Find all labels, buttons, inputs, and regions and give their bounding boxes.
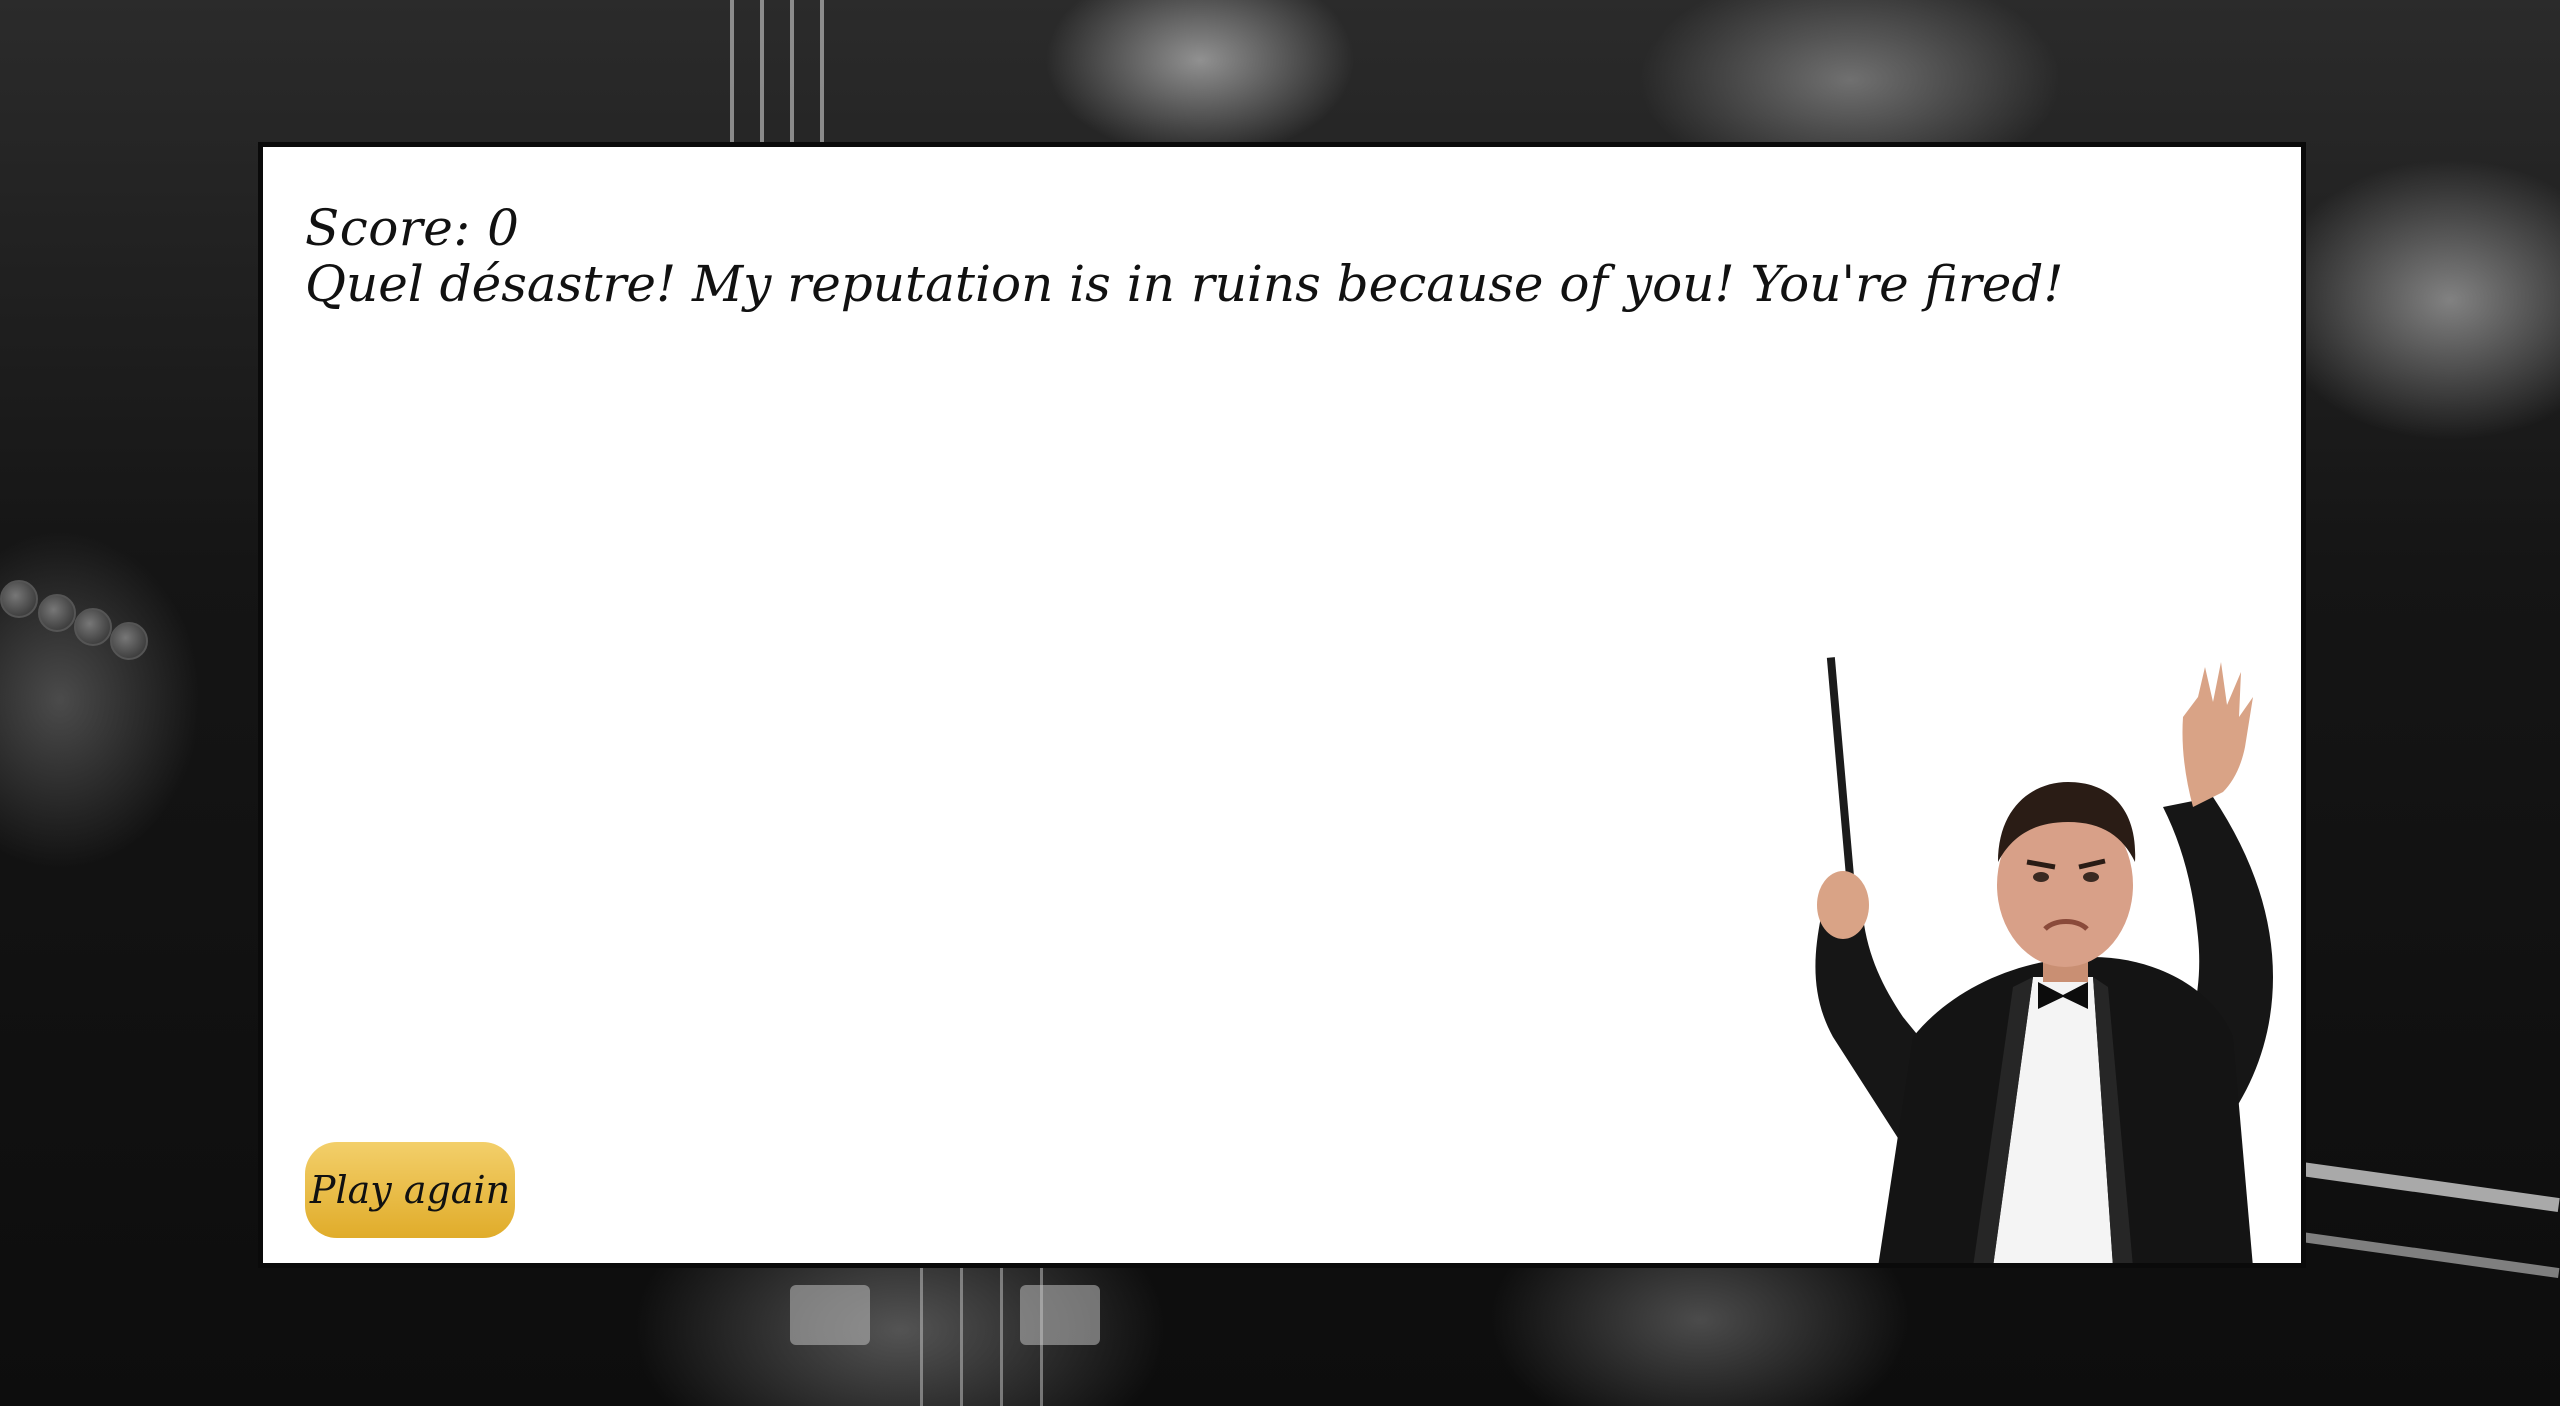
conductor-icon (1815, 657, 2273, 1263)
game-over-message: Quel désastre! My reputation is in ruins… (305, 255, 2064, 313)
background-violin-strings (700, 0, 900, 150)
score-value: 0 (487, 199, 520, 257)
play-again-button[interactable]: Play again (305, 1142, 515, 1238)
game-over-panel: Score: 0 Quel désastre! My reputation is… (258, 142, 2306, 1268)
background-jacket-buttons (0, 580, 160, 670)
score-display: Score: 0 (305, 199, 519, 257)
background-cello (380, 1265, 1680, 1406)
score-label: Score: (305, 199, 471, 257)
